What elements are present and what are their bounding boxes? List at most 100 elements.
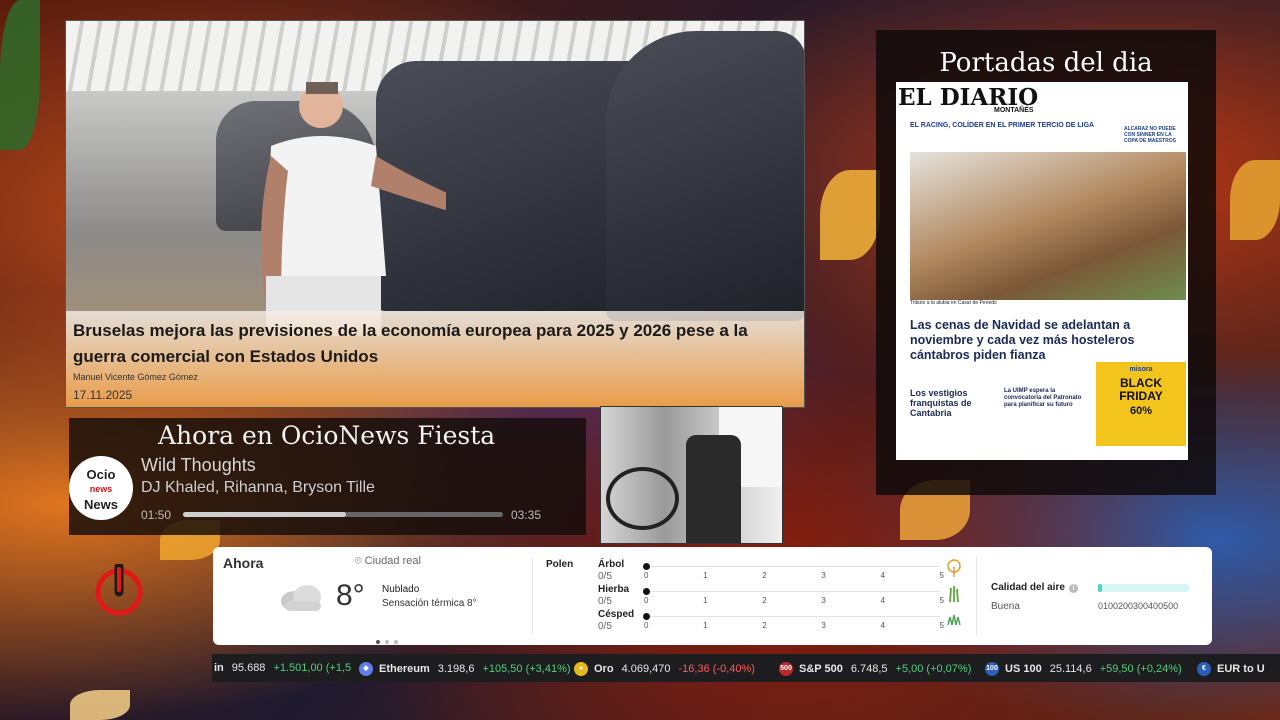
air-quality-bar — [1098, 584, 1190, 592]
air-quality-scale: 0100200300400500 — [1098, 601, 1179, 611]
logo-line3: News — [84, 497, 118, 512]
ticker-item[interactable]: 100 US 100 25.114,6 +59,50 (+0,24%) — [985, 662, 1182, 676]
ticker-name: Ethereum — [379, 663, 430, 675]
ticker-name: S&P 500 — [799, 663, 843, 675]
air-quality-state: Buena — [991, 601, 1020, 612]
chair-shape — [686, 435, 741, 543]
feels-like: Sensación térmica 8° — [382, 598, 477, 609]
song-artist: DJ Khaled, Rihanna, Bryson Tille — [141, 479, 375, 496]
weather-city: ⌾ Ciudad real — [355, 555, 421, 568]
portadas-panel: Portadas del dia EL DIARIO MONTAÑÉS EL R… — [876, 30, 1216, 495]
air-quality-marker — [1098, 584, 1102, 592]
ticker-name: US 100 — [1005, 663, 1042, 675]
ticker-item[interactable]: 500 S&P 500 6.748,5 +5,00 (+0,07%) — [779, 662, 971, 676]
ticker-name: in — [214, 662, 224, 674]
temperature: 8° — [336, 579, 365, 612]
ticker-change: +1.501,00 (+1,5 — [273, 662, 352, 674]
newspaper-cover[interactable]: EL DIARIO MONTAÑÉS EL RACING, COLÍDER EN… — [896, 82, 1188, 460]
ticker-change: -16,36 (-0,40%) — [678, 663, 755, 675]
polen-value: 0/5 — [598, 596, 612, 607]
ticker-item[interactable]: € EUR to U — [1197, 662, 1273, 676]
ticker-change: +105,50 (+3,41%) — [482, 663, 571, 675]
air-quality-text: Calidad del aire — [991, 582, 1065, 593]
cloud-icon — [281, 585, 321, 611]
location-pin-icon: ⌾ — [355, 555, 365, 567]
city-name: Ciudad real — [364, 555, 421, 567]
polen-track — [650, 591, 940, 592]
logo-line1: Ocio — [86, 467, 116, 482]
divider — [976, 557, 977, 635]
polen-marker — [643, 588, 650, 595]
ticker-value: 25.114,6 — [1049, 663, 1092, 675]
car-body — [606, 31, 804, 321]
air-quality-label: Calidad del aire i — [991, 582, 1078, 593]
polen-row-cesped: Césped 0/5 012345 — [598, 609, 961, 635]
polen-value: 0/5 — [598, 571, 612, 582]
polen-scale: 012345 — [644, 596, 944, 605]
polen-track — [650, 616, 940, 617]
ticker-item[interactable]: ● Oro 4.069,470 -16,36 (-0,40%) — [574, 662, 755, 676]
ticker-value: 95.688 — [231, 662, 266, 674]
total-time: 03:35 — [511, 508, 542, 522]
euro-icon: € — [1197, 662, 1211, 676]
ticker-value: 4.069,470 — [621, 663, 671, 675]
bike-shape — [606, 467, 679, 530]
leaf-decoration — [0, 0, 40, 150]
newspaper-sidebar-headline: ALCARAZ NO PUEDE CON SINNER EN LA COPA D… — [1124, 126, 1176, 144]
gold-icon: ● — [574, 662, 588, 676]
leaf-decoration — [70, 690, 130, 720]
tree-icon — [947, 559, 961, 577]
worker-figure — [261, 82, 446, 336]
newspaper-ad-brand: misora — [1129, 366, 1153, 373]
weather-now-label: Ahora — [223, 555, 264, 571]
polen-scale: 012345 — [644, 621, 944, 630]
elapsed-time: 01:50 — [141, 508, 172, 522]
ethereum-icon: ◆ — [359, 662, 373, 676]
sp500-icon: 500 — [779, 662, 793, 676]
info-icon[interactable]: i — [1068, 584, 1078, 593]
news-headline[interactable]: Bruselas mejora las previsiones de la ec… — [73, 318, 793, 370]
news-card[interactable]: Bruselas mejora las previsiones de la ec… — [65, 20, 805, 408]
ticker-value: 3.198,6 — [437, 663, 475, 675]
polen-row-hierba: Hierba 0/5 012345 — [598, 584, 959, 610]
newspaper-ad-text: BLACK FRIDAY — [1119, 376, 1163, 403]
power-icon[interactable] — [93, 564, 145, 616]
polen-name: Hierba — [598, 584, 630, 595]
ocionews-logo: Ocio news News — [69, 456, 133, 520]
newspaper-main-headline: Las cenas de Navidad se adelantan a novi… — [910, 318, 1135, 362]
market-ticker: in 95.688 +1.501,00 (+1,5 ◆ Ethereum 3.1… — [212, 654, 1280, 682]
ticker-change: +5,00 (+0,07%) — [895, 663, 972, 675]
radio-title: Ahora en OcioNews Fiesta — [158, 421, 496, 450]
newspaper-caption: Tributo a la alubia en Casar de Periedo — [910, 300, 997, 306]
ticker-value: 6.748,5 — [850, 663, 888, 675]
camera-feed[interactable] — [600, 406, 783, 544]
progress-bar[interactable] — [183, 512, 503, 517]
polen-row-arbol: Árbol 0/5 012345 — [598, 559, 961, 585]
us100-icon: 100 — [985, 662, 999, 676]
newspaper-ad-percent: 60% — [1129, 405, 1153, 417]
song-title: Wild Thoughts — [141, 455, 256, 475]
lawn-icon — [947, 614, 961, 626]
newspaper-column-left: Los vestigios franquistas de Cantabria — [910, 388, 972, 418]
logo-line2: news — [89, 484, 113, 494]
news-author: Manuel Vicente Gómez Gómez — [73, 372, 198, 382]
newspaper-column-mid: La UIMP espera la convocatoria del Patro… — [1004, 388, 1082, 408]
newspaper-headline-top: EL RACING, COLÍDER EN EL PRIMER TERCIO D… — [910, 122, 1095, 129]
leaf-decoration — [820, 170, 880, 260]
polen-label: Polen — [546, 559, 574, 570]
polen-name: Césped — [598, 609, 635, 620]
polen-scale: 012345 — [644, 571, 944, 580]
weather-description: Nublado — [382, 584, 420, 595]
ticker-change: +59,50 (+0,24%) — [1099, 663, 1182, 675]
ticker-name: EUR to U — [1217, 663, 1265, 675]
ticker-item[interactable]: in 95.688 +1.501,00 (+1,5 — [214, 662, 351, 674]
divider — [532, 557, 533, 635]
newspaper-photo — [910, 152, 1186, 300]
ticker-item[interactable]: ◆ Ethereum 3.198,6 +105,50 (+3,41%) — [359, 662, 571, 676]
polen-marker — [643, 613, 650, 620]
newspaper-subname: MONTAÑÉS — [994, 107, 1034, 114]
page-dots[interactable] — [376, 631, 403, 649]
weather-widget: Ahora ⌾ Ciudad real 8° Nublado Sensación… — [213, 547, 1212, 645]
polen-marker — [643, 563, 650, 570]
progress-fill — [183, 512, 347, 517]
